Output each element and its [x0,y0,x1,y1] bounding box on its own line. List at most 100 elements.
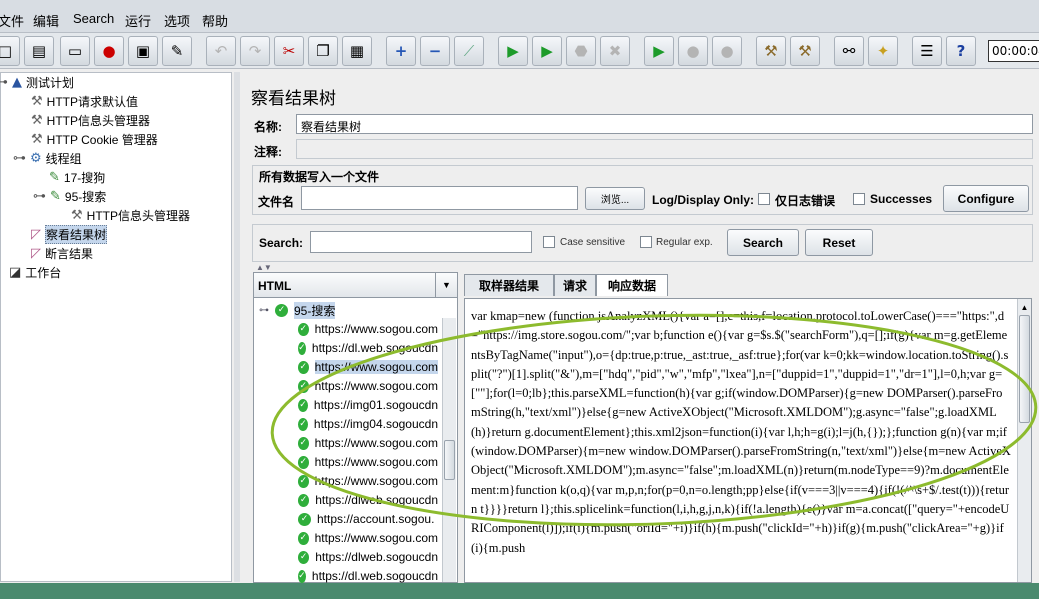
menu-edit[interactable]: 编辑 [33,11,59,30]
result-item[interactable]: ✓ https://www.sogou.com [298,529,438,547]
save-icon[interactable]: ▣ [128,36,158,66]
result-item[interactable]: ✓ https://www.sogou.com [298,453,438,471]
tree-item-assertion-results[interactable]: ◸ 断言结果 [31,244,93,262]
comment-field[interactable] [296,139,1033,159]
menu-options[interactable]: 选项 [164,11,190,30]
reset-button[interactable]: Reset [805,229,873,256]
response-body: var kmap=new (function jsAnalyzXML(){var… [471,309,1011,555]
config-wrench-icon: ⚒ [31,93,43,109]
result-item[interactable]: ✓ https://www.sogou.com [298,358,438,376]
result-item[interactable]: ✓ https://www.sogou.com [298,320,438,338]
tree-item-workbench[interactable]: ◪ 工作台 [9,263,61,281]
reset-search-icon[interactable]: ✦ [868,36,898,66]
remote-start-icon[interactable]: ▶ [644,36,674,66]
result-item[interactable]: ✓ https://dlweb.sogoucdn [298,491,438,509]
result-item[interactable]: ✓ https://img04.sogoucdn [298,415,438,433]
clear-all-icon[interactable]: ⚒ [790,36,820,66]
stop-icon[interactable]: ⬣ [566,36,596,66]
errors-only-label: 仅日志错误 [775,194,836,208]
search-icon[interactable]: ⚯ [834,36,864,66]
response-data-panel[interactable]: var kmap=new (function jsAnalyzXML(){var… [464,298,1032,583]
remote-stop-icon[interactable]: ● [678,36,708,66]
search-label: Search: [259,236,304,250]
search-input[interactable] [310,231,532,253]
errors-only-checkbox[interactable] [758,193,770,205]
menu-file[interactable]: 文件 [0,11,24,30]
result-item-label: https://dlweb.sogoucdn [315,550,438,564]
result-item[interactable]: ✓ https://img01.sogoucdn [298,396,438,414]
search-button[interactable]: Search [727,229,799,256]
menu-search[interactable]: Search [73,11,114,26]
tree-item-header-manager-child[interactable]: ⚒ HTTP信息头管理器 [71,206,190,224]
expand-icon[interactable]: + [386,36,416,66]
tree-item-view-results-tree[interactable]: ◸ 察看结果树 [31,224,108,244]
success-check-icon: ✓ [298,379,309,393]
new-icon[interactable]: □ [0,36,20,66]
function-helper-icon[interactable]: ☰ [912,36,942,66]
split-divider[interactable] [234,72,240,582]
collapse-arrows-icon[interactable]: ▲▼ [256,263,272,272]
case-sensitive-checkbox[interactable] [543,236,555,248]
success-check-icon: ✓ [298,550,310,564]
result-item[interactable]: ✓ https://www.sogou.com [298,472,438,490]
tree-item-thread-group[interactable]: ⊶ ⚙ 线程组 [13,149,82,167]
case-sensitive-label: Case sensitive [560,237,626,248]
successes-checkbox[interactable] [853,193,865,205]
start-icon[interactable]: ▶ [498,36,528,66]
renderer-select[interactable]: HTML ▼ [253,272,458,298]
result-item[interactable]: ✓ https://www.sogou.com [298,434,438,452]
test-plan-tree: ⊶ ▲ 测试计划 ⚒ HTTP请求默认值 ⚒ HTTP信息头管理器 ⚒ HTTP … [0,72,232,582]
result-item-label: https://dl.web.sogoucdn [311,569,438,583]
config-wrench-icon: ⚒ [31,131,43,147]
cut-icon[interactable]: ✂ [274,36,304,66]
start-no-pause-icon[interactable]: ▶ [532,36,562,66]
shutdown-icon[interactable]: ✖ [600,36,630,66]
result-item[interactable]: ✓ https://account.sogou. [298,510,438,528]
results-scrollbar[interactable] [442,318,456,582]
successes-label: Successes [870,192,933,206]
menu-run[interactable]: 运行 [125,11,151,30]
help-icon[interactable]: ? [946,36,976,66]
success-check-icon: ✓ [298,512,311,526]
clear-icon[interactable]: ⚒ [756,36,786,66]
edit-icon[interactable]: ✎ [162,36,192,66]
result-item[interactable]: ✓ https://dlweb.sogoucdn [298,548,438,566]
collapse-icon[interactable]: − [420,36,450,66]
close-icon[interactable]: ● [94,36,124,66]
tree-item-http-defaults[interactable]: ⚒ HTTP请求默认值 [31,92,138,110]
paste-icon[interactable]: ▦ [342,36,372,66]
success-check-icon: ✓ [298,417,308,431]
result-root[interactable]: ⊶ ✓ 95-搜索 [259,301,336,319]
configure-button[interactable]: Configure [943,185,1029,212]
copy-icon[interactable]: ❐ [308,36,338,66]
tree-item-header-manager[interactable]: ⚒ HTTP信息头管理器 [31,111,150,129]
filename-input[interactable] [301,186,578,210]
tab-request[interactable]: 请求 [554,274,596,296]
tab-sampler-result[interactable]: 取样器结果 [464,274,554,296]
open-icon[interactable]: ▭ [60,36,90,66]
result-item-label: https://img01.sogoucdn [313,398,438,412]
tree-item-cookie-manager[interactable]: ⚒ HTTP Cookie 管理器 [31,130,158,148]
result-item[interactable]: ✓ https://www.sogou.com [298,377,438,395]
name-field[interactable]: 察看结果树 [296,114,1033,134]
tree-item-test-plan[interactable]: ⊶ ▲ 测试计划 [0,73,74,91]
remote-exit-icon[interactable]: ● [712,36,742,66]
result-item-label: https://img04.sogoucdn [313,417,438,431]
undo-icon[interactable]: ↶ [206,36,236,66]
result-item-label: https://account.sogou. [317,512,435,526]
templates-icon[interactable]: ▤ [24,36,54,66]
result-item-label: https://www.sogou.com [314,531,438,545]
response-scrollbar[interactable]: ▲ [1017,299,1031,582]
browse-button[interactable]: 浏览... [585,187,645,210]
tree-item-sampler-95[interactable]: ⊶ ✎ 95-搜索 [33,187,106,205]
success-check-icon: ✓ [298,360,309,374]
success-check-icon: ✓ [298,322,309,336]
result-item[interactable]: ✓ https://dl.web.sogoucdn [298,339,438,357]
result-item-label: https://dlweb.sogoucdn [315,493,438,507]
menu-help[interactable]: 帮助 [202,11,228,30]
redo-icon[interactable]: ↷ [240,36,270,66]
toggle-icon[interactable]: ⟋ [454,36,484,66]
tree-item-sampler-17[interactable]: ✎ 17-搜狗 [49,168,105,186]
regular-exp-checkbox[interactable] [640,236,652,248]
tab-response-data[interactable]: 响应数据 [596,274,668,296]
